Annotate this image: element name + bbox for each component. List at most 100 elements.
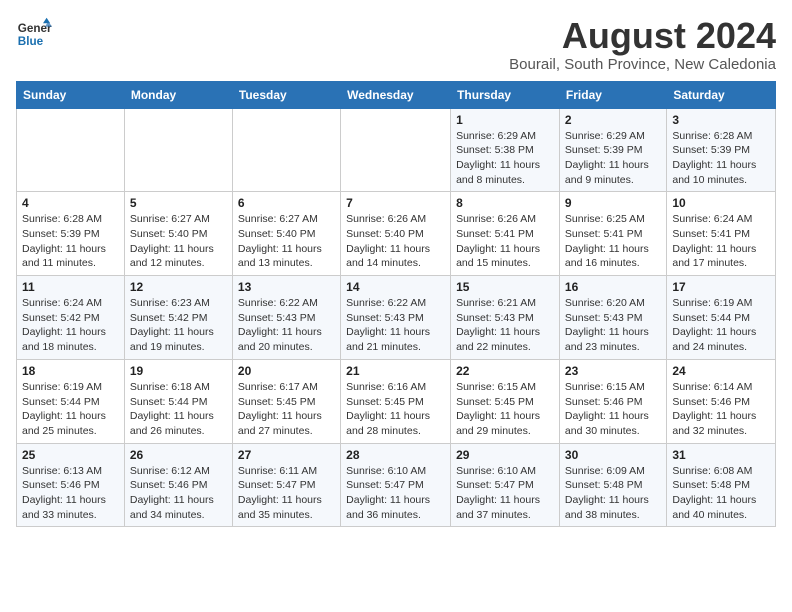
- calendar-cell: 28 Sunrise: 6:10 AM Sunset: 5:47 PM Dayli…: [341, 443, 451, 527]
- day-info: Sunrise: 6:19 AM Sunset: 5:44 PM Dayligh…: [672, 296, 770, 355]
- calendar-cell: 12 Sunrise: 6:23 AM Sunset: 5:42 PM Dayli…: [124, 276, 232, 360]
- weekday-header-tuesday: Tuesday: [232, 81, 340, 108]
- day-number: 18: [22, 364, 119, 378]
- day-info: Sunrise: 6:22 AM Sunset: 5:43 PM Dayligh…: [346, 296, 445, 355]
- calendar-cell: 20 Sunrise: 6:17 AM Sunset: 5:45 PM Dayli…: [232, 359, 340, 443]
- calendar-cell: 31 Sunrise: 6:08 AM Sunset: 5:48 PM Dayli…: [667, 443, 776, 527]
- day-number: 5: [130, 196, 227, 210]
- day-number: 17: [672, 280, 770, 294]
- calendar-cell: 21Sunrise: 6:16 AM Sunset: 5:45 PM Dayli…: [341, 359, 451, 443]
- day-info: Sunrise: 6:10 AM Sunset: 5:47 PM Dayligh…: [456, 464, 554, 523]
- day-number: 30: [565, 448, 661, 462]
- weekday-header-row: SundayMondayTuesdayWednesdayThursdayFrid…: [17, 81, 776, 108]
- calendar-cell: 18 Sunrise: 6:19 AM Sunset: 5:44 PM Dayli…: [17, 359, 125, 443]
- day-number: 25: [22, 448, 119, 462]
- day-number: 29: [456, 448, 554, 462]
- calendar-cell: 11 Sunrise: 6:24 AM Sunset: 5:42 PM Dayli…: [17, 276, 125, 360]
- day-info: Sunrise: 6:08 AM Sunset: 5:48 PM Dayligh…: [672, 464, 770, 523]
- calendar-cell: 17 Sunrise: 6:19 AM Sunset: 5:44 PM Dayli…: [667, 276, 776, 360]
- day-number: 27: [238, 448, 335, 462]
- weekday-header-monday: Monday: [124, 81, 232, 108]
- day-info: Sunrise: 6:14 AM Sunset: 5:46 PM Dayligh…: [672, 380, 770, 439]
- week-row-2: 4 Sunrise: 6:28 AM Sunset: 5:39 PM Daylig…: [17, 192, 776, 276]
- day-number: 8: [456, 196, 554, 210]
- day-number: 15: [456, 280, 554, 294]
- day-info: Sunrise: 6:09 AM Sunset: 5:48 PM Dayligh…: [565, 464, 661, 523]
- calendar-cell: [124, 108, 232, 192]
- day-number: 11: [22, 280, 119, 294]
- calendar-cell: 26 Sunrise: 6:12 AM Sunset: 5:46 PM Dayli…: [124, 443, 232, 527]
- week-row-3: 11 Sunrise: 6:24 AM Sunset: 5:42 PM Dayli…: [17, 276, 776, 360]
- calendar-cell: 4 Sunrise: 6:28 AM Sunset: 5:39 PM Daylig…: [17, 192, 125, 276]
- main-title: August 2024: [509, 16, 776, 56]
- day-info: Sunrise: 6:26 AM Sunset: 5:40 PM Dayligh…: [346, 212, 445, 271]
- day-info: Sunrise: 6:19 AM Sunset: 5:44 PM Dayligh…: [22, 380, 119, 439]
- day-info: Sunrise: 6:15 AM Sunset: 5:45 PM Dayligh…: [456, 380, 554, 439]
- day-number: 13: [238, 280, 335, 294]
- day-number: 24: [672, 364, 770, 378]
- calendar-cell: [17, 108, 125, 192]
- weekday-header-thursday: Thursday: [451, 81, 560, 108]
- day-number: 10: [672, 196, 770, 210]
- title-block: August 2024 Bourail, South Province, New…: [509, 16, 776, 73]
- calendar-cell: 25Sunrise: 6:13 AM Sunset: 5:46 PM Dayli…: [17, 443, 125, 527]
- calendar-cell: 14 Sunrise: 6:22 AM Sunset: 5:43 PM Dayli…: [341, 276, 451, 360]
- calendar-cell: 27 Sunrise: 6:11 AM Sunset: 5:47 PM Dayli…: [232, 443, 340, 527]
- day-number: 22: [456, 364, 554, 378]
- day-number: 1: [456, 113, 554, 127]
- day-number: 19: [130, 364, 227, 378]
- day-info: Sunrise: 6:26 AM Sunset: 5:41 PM Dayligh…: [456, 212, 554, 271]
- logo-icon: General Blue: [16, 16, 52, 52]
- day-info: Sunrise: 6:24 AM Sunset: 5:42 PM Dayligh…: [22, 296, 119, 355]
- calendar-cell: [232, 108, 340, 192]
- calendar-cell: 19Sunrise: 6:18 AM Sunset: 5:44 PM Dayli…: [124, 359, 232, 443]
- calendar-cell: 10 Sunrise: 6:24 AM Sunset: 5:41 PM Dayli…: [667, 192, 776, 276]
- day-info: Sunrise: 6:21 AM Sunset: 5:43 PM Dayligh…: [456, 296, 554, 355]
- day-info: Sunrise: 6:28 AM Sunset: 5:39 PM Dayligh…: [22, 212, 119, 271]
- calendar-cell: 16Sunrise: 6:20 AM Sunset: 5:43 PM Dayli…: [559, 276, 666, 360]
- header: General Blue August 2024 Bourail, South …: [16, 16, 776, 73]
- weekday-header-saturday: Saturday: [667, 81, 776, 108]
- day-number: 4: [22, 196, 119, 210]
- calendar-cell: 29 Sunrise: 6:10 AM Sunset: 5:47 PM Dayli…: [451, 443, 560, 527]
- day-number: 28: [346, 448, 445, 462]
- day-info: Sunrise: 6:12 AM Sunset: 5:46 PM Dayligh…: [130, 464, 227, 523]
- calendar-cell: [341, 108, 451, 192]
- day-info: Sunrise: 6:23 AM Sunset: 5:42 PM Dayligh…: [130, 296, 227, 355]
- day-info: Sunrise: 6:17 AM Sunset: 5:45 PM Dayligh…: [238, 380, 335, 439]
- day-info: Sunrise: 6:22 AM Sunset: 5:43 PM Dayligh…: [238, 296, 335, 355]
- day-info: Sunrise: 6:29 AM Sunset: 5:39 PM Dayligh…: [565, 129, 661, 188]
- calendar-cell: 9Sunrise: 6:25 AM Sunset: 5:41 PM Daylig…: [559, 192, 666, 276]
- day-number: 7: [346, 196, 445, 210]
- day-info: Sunrise: 6:15 AM Sunset: 5:46 PM Dayligh…: [565, 380, 661, 439]
- calendar-cell: 8 Sunrise: 6:26 AM Sunset: 5:41 PM Daylig…: [451, 192, 560, 276]
- calendar-cell: 23 Sunrise: 6:15 AM Sunset: 5:46 PM Dayli…: [559, 359, 666, 443]
- day-number: 26: [130, 448, 227, 462]
- svg-text:Blue: Blue: [18, 35, 44, 48]
- day-number: 12: [130, 280, 227, 294]
- day-info: Sunrise: 6:10 AM Sunset: 5:47 PM Dayligh…: [346, 464, 445, 523]
- calendar-cell: 7 Sunrise: 6:26 AM Sunset: 5:40 PM Daylig…: [341, 192, 451, 276]
- calendar-cell: 1 Sunrise: 6:29 AM Sunset: 5:38 PM Daylig…: [451, 108, 560, 192]
- day-number: 20: [238, 364, 335, 378]
- day-info: Sunrise: 6:28 AM Sunset: 5:39 PM Dayligh…: [672, 129, 770, 188]
- day-info: Sunrise: 6:11 AM Sunset: 5:47 PM Dayligh…: [238, 464, 335, 523]
- day-info: Sunrise: 6:16 AM Sunset: 5:45 PM Dayligh…: [346, 380, 445, 439]
- day-info: Sunrise: 6:24 AM Sunset: 5:41 PM Dayligh…: [672, 212, 770, 271]
- calendar-cell: 15 Sunrise: 6:21 AM Sunset: 5:43 PM Dayli…: [451, 276, 560, 360]
- calendar-cell: 5Sunrise: 6:27 AM Sunset: 5:40 PM Daylig…: [124, 192, 232, 276]
- weekday-header-wednesday: Wednesday: [341, 81, 451, 108]
- day-number: 14: [346, 280, 445, 294]
- day-number: 3: [672, 113, 770, 127]
- day-info: Sunrise: 6:29 AM Sunset: 5:38 PM Dayligh…: [456, 129, 554, 188]
- calendar-table: SundayMondayTuesdayWednesdayThursdayFrid…: [16, 81, 776, 528]
- calendar-cell: 30 Sunrise: 6:09 AM Sunset: 5:48 PM Dayli…: [559, 443, 666, 527]
- day-number: 6: [238, 196, 335, 210]
- day-number: 31: [672, 448, 770, 462]
- calendar-cell: 22 Sunrise: 6:15 AM Sunset: 5:45 PM Dayli…: [451, 359, 560, 443]
- day-info: Sunrise: 6:25 AM Sunset: 5:41 PM Dayligh…: [565, 212, 661, 271]
- calendar-cell: 3 Sunrise: 6:28 AM Sunset: 5:39 PM Daylig…: [667, 108, 776, 192]
- day-info: Sunrise: 6:20 AM Sunset: 5:43 PM Dayligh…: [565, 296, 661, 355]
- week-row-5: 25Sunrise: 6:13 AM Sunset: 5:46 PM Dayli…: [17, 443, 776, 527]
- day-number: 23: [565, 364, 661, 378]
